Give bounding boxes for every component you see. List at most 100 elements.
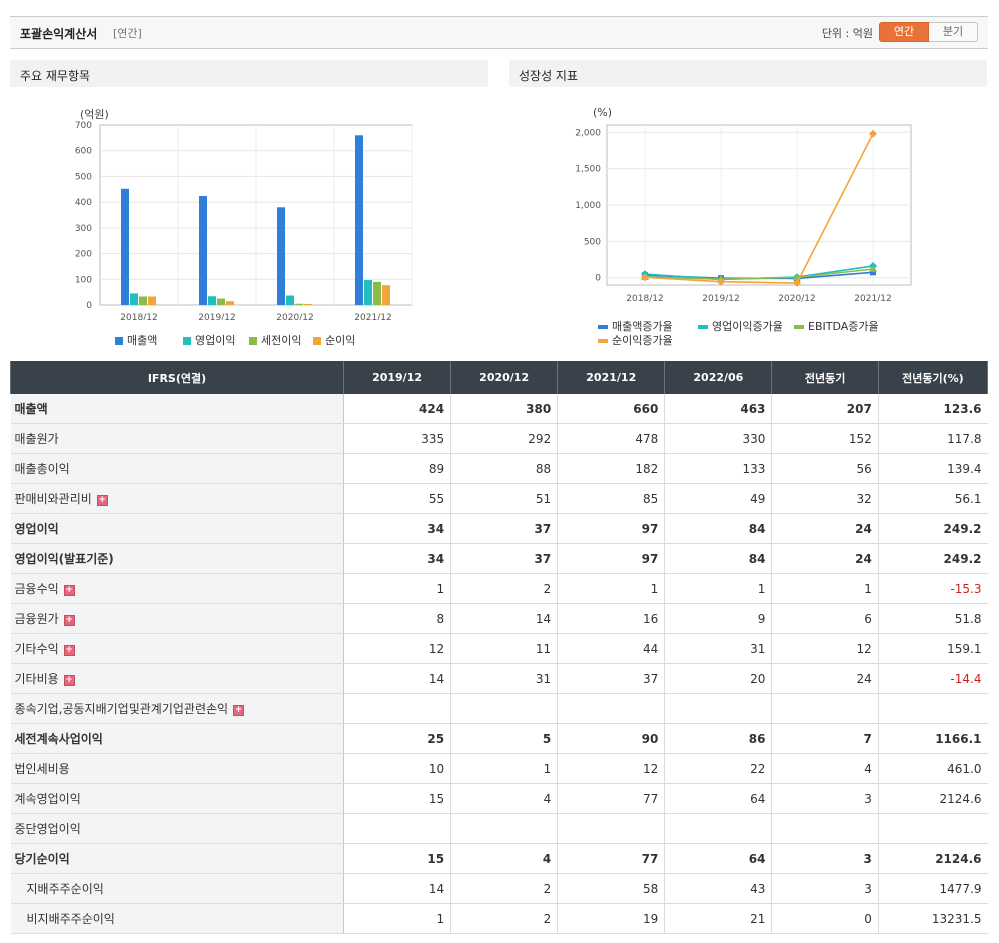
table-cell: 20 bbox=[664, 663, 772, 694]
x-tick-label: 2020/12 bbox=[778, 294, 815, 304]
x-tick-label: 2018/12 bbox=[120, 313, 157, 320]
y-tick-label: 1,000 bbox=[575, 201, 601, 211]
table-cell: 152 bbox=[771, 423, 879, 454]
table-cell: 77 bbox=[557, 843, 665, 874]
table-cell: 2 bbox=[450, 573, 558, 604]
y-tick-label: 500 bbox=[75, 172, 92, 182]
financials-legend: 매출액 영업이익 세전이익 순이익 bbox=[115, 332, 475, 348]
y-tick-label: 600 bbox=[75, 147, 92, 157]
legend-item[interactable]: 영업이익 bbox=[183, 332, 235, 348]
expand-plus-icon[interactable]: + bbox=[63, 675, 75, 686]
legend-item[interactable]: 세전이익 bbox=[249, 332, 301, 348]
table-cell: 55 bbox=[342, 483, 451, 514]
expand-plus-icon[interactable]: + bbox=[63, 615, 75, 626]
row-label-text: 지배주주순이익 bbox=[26, 882, 104, 896]
expand-plus-icon[interactable]: + bbox=[63, 645, 75, 656]
table-cell bbox=[664, 693, 772, 724]
row-label-text: 종속기업,공동지배기업및관계기업관련손익 bbox=[14, 702, 229, 716]
table-cell bbox=[877, 693, 988, 724]
row-label-text: 금융수익 bbox=[14, 582, 59, 596]
bar bbox=[208, 296, 216, 305]
table-cell: 24 bbox=[771, 513, 879, 544]
bar bbox=[364, 280, 372, 305]
table-cell: 25 bbox=[342, 723, 451, 754]
expand-plus-icon[interactable]: + bbox=[233, 705, 245, 716]
legend-swatch bbox=[115, 337, 123, 345]
table-cell: 58 bbox=[557, 873, 665, 904]
table-cell: 90 bbox=[557, 723, 665, 754]
table-cell: 14 bbox=[342, 663, 451, 694]
expand-plus-icon[interactable]: + bbox=[96, 495, 108, 506]
tab-quarter[interactable]: 분기 bbox=[929, 22, 978, 42]
row-label: 영업이익(발표기준) bbox=[10, 543, 344, 574]
row-label-text: 영업이익 bbox=[14, 522, 59, 536]
table-cell: 51.8 bbox=[877, 603, 988, 634]
row-label-text: 매출원가 bbox=[14, 432, 59, 446]
y-tick-label: 0 bbox=[86, 301, 92, 311]
table-cell: 4 bbox=[450, 843, 558, 874]
table-cell: 13231.5 bbox=[877, 903, 988, 934]
column-header: 전년동기 bbox=[771, 361, 879, 394]
table-cell: 660 bbox=[557, 394, 665, 424]
table-row: 지배주주순이익 14 2 58 43 3 1477.9 bbox=[10, 873, 988, 904]
table-cell bbox=[877, 813, 988, 844]
row-label: 매출총이익 bbox=[10, 453, 344, 484]
table-cell bbox=[342, 813, 451, 844]
legend-item[interactable]: 순이익증가율 bbox=[598, 332, 673, 348]
growth-legend: 매출액증가율 영업이익증가율 EBITDA증가율 순이익증가율 bbox=[598, 318, 978, 348]
column-header: 2021/12 bbox=[557, 361, 666, 394]
table-cell: 249.2 bbox=[877, 513, 988, 544]
table-cell bbox=[771, 813, 879, 844]
table-cell: 97 bbox=[557, 513, 665, 544]
row-label: 계속영업이익 bbox=[10, 783, 344, 814]
tab-annual[interactable]: 연간 bbox=[879, 22, 929, 42]
row-label-text: 판매비와관리비 bbox=[14, 492, 92, 506]
table-cell: 51 bbox=[450, 483, 558, 514]
row-label: 종속기업,공동지배기업및관계기업관련손익 + bbox=[10, 693, 344, 724]
table-header-row: IFRS(연결) 2019/12 2020/12 2021/12 2022/06 전년동기… bbox=[10, 361, 989, 394]
y-tick-label: 300 bbox=[75, 224, 92, 234]
table-cell: 15 bbox=[342, 843, 451, 874]
expand-plus-icon[interactable]: + bbox=[63, 585, 75, 596]
table-cell: 478 bbox=[557, 423, 665, 454]
table-cell: 123.6 bbox=[877, 394, 988, 424]
table-cell: 3 bbox=[771, 873, 879, 904]
x-tick-label: 2021/12 bbox=[354, 313, 391, 320]
table-cell: 86 bbox=[664, 723, 772, 754]
table-row: 당기순이익 15 4 77 64 3 2124.6 bbox=[10, 843, 988, 874]
x-tick-label: 2021/12 bbox=[854, 294, 891, 304]
table-cell: 6 bbox=[771, 603, 879, 634]
legend-label: 영업이익 bbox=[195, 334, 236, 347]
legend-item[interactable]: 매출액 bbox=[115, 332, 157, 348]
row-label: 세전계속사업이익 bbox=[10, 723, 344, 754]
table-cell: 4 bbox=[450, 783, 558, 814]
legend-item[interactable]: 순이익 bbox=[313, 332, 355, 348]
bar bbox=[277, 207, 285, 305]
table-cell: 335 bbox=[342, 423, 451, 454]
row-label: 기타비용 + bbox=[10, 663, 344, 694]
table-cell: 2124.6 bbox=[877, 843, 988, 874]
bar bbox=[139, 296, 147, 305]
table-cell: 3 bbox=[771, 843, 879, 874]
table-row: 영업이익 34 37 97 84 24 249.2 bbox=[10, 513, 988, 544]
income-statement-table: IFRS(연결) 2019/12 2020/12 2021/12 2022/06 전년동기… bbox=[10, 361, 989, 934]
panel-title-growth: 성장성 지표 bbox=[519, 69, 579, 83]
legend-label: 세전이익 bbox=[261, 334, 302, 347]
table-cell bbox=[771, 693, 879, 724]
bar bbox=[382, 285, 390, 305]
legend-item[interactable]: 영업이익증가율 bbox=[698, 318, 783, 334]
legend-item[interactable]: EBITDA증가율 bbox=[794, 318, 879, 334]
table-cell bbox=[557, 693, 665, 724]
table-cell: 84 bbox=[664, 513, 772, 544]
column-header-label: IFRS(연결) bbox=[10, 361, 344, 394]
table-cell: 1477.9 bbox=[877, 873, 988, 904]
table-cell: 97 bbox=[557, 543, 665, 574]
table-row: 계속영업이익 15 4 77 64 3 2124.6 bbox=[10, 783, 988, 814]
table-cell: 4 bbox=[771, 753, 879, 784]
legend-swatch bbox=[598, 325, 608, 329]
panel-header-growth: 성장성 지표 bbox=[509, 60, 987, 87]
table-cell bbox=[664, 813, 772, 844]
bar bbox=[217, 298, 225, 305]
table-cell bbox=[557, 813, 665, 844]
table-cell: 11 bbox=[450, 633, 558, 664]
